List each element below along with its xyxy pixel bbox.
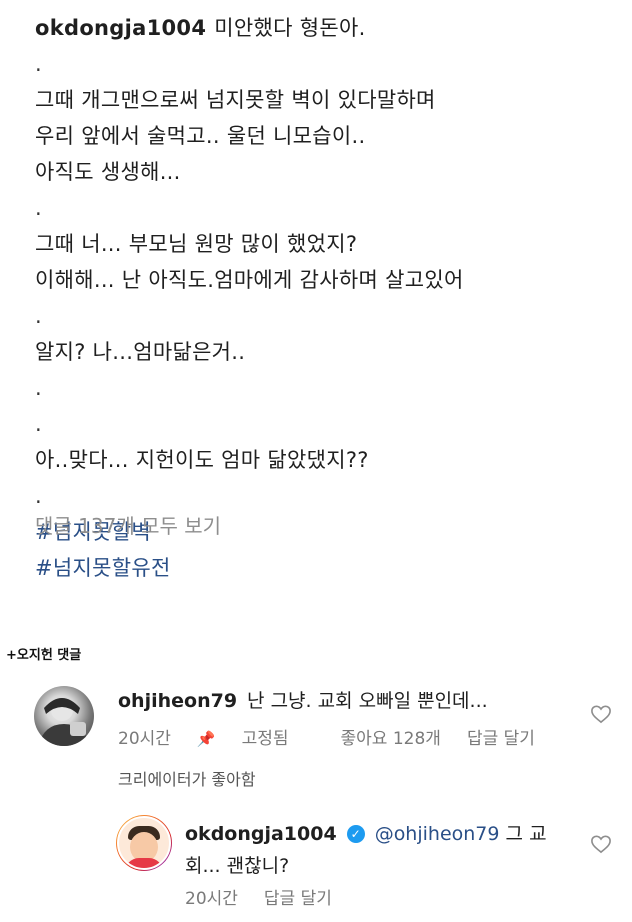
avatar-photo-icon <box>38 698 90 746</box>
caption-line: 우리 앞에서 술먹고.. 울던 니모습이.. <box>35 124 366 148</box>
creator-liked-label: 크리에이터가 좋아함 <box>118 770 256 789</box>
comment: ohjiheon79 난 그냥. 교회 오빠일 뿐인데... <box>118 686 488 713</box>
caption-line: 아직도 생생해... <box>35 160 181 184</box>
like-heart-icon[interactable] <box>590 704 612 724</box>
caption-line: 그때 너... 부모님 원망 많이 했었지? <box>35 232 358 256</box>
comment-time: 20시간 <box>118 729 171 749</box>
caption-line: 아..맞다... 지헌이도 엄마 닮았댔지?? <box>35 448 369 472</box>
caption-line: okdongja1004 미안했다 형돈아. <box>35 16 366 40</box>
reply-button[interactable]: 답글 달기 <box>467 729 535 749</box>
reply-text-part2: 회... 괜찮니? <box>185 855 290 877</box>
likes-count[interactable]: 좋아요 128개 <box>341 729 441 749</box>
caption-line: 그때 개그맨으로써 넘지못할 벽이 있다말하며 <box>35 88 436 112</box>
reply-meta: 20시간 답글 달기 <box>185 884 358 909</box>
reply-avatar[interactable] <box>116 815 172 871</box>
reply-text-part1: 그 교 <box>505 823 547 845</box>
reply-username[interactable]: okdongja1004 <box>185 823 337 845</box>
reply-comment: okdongja1004 ✓ @ohjiheon79 그 교 회... 괜찮니? <box>185 818 585 882</box>
pinned-label: 📌 고정됨 <box>196 729 289 749</box>
comment-username[interactable]: ohjiheon79 <box>118 690 237 712</box>
avatar[interactable] <box>34 686 94 746</box>
verified-badge-icon: ✓ <box>346 825 365 843</box>
caption-line: . <box>35 412 42 436</box>
hashtag-link[interactable]: #넘지못할유전 <box>35 550 615 586</box>
comment-meta: 20시간 📌 고정됨 좋아요 128개 답글 달기 <box>118 724 561 749</box>
pin-icon: 📌 <box>196 730 216 748</box>
view-all-comments-link[interactable]: 댓글 137개 모두 보기 <box>35 510 221 539</box>
caption-line: . <box>35 196 42 220</box>
comment-note: +오지헌 댓글 <box>6 648 82 663</box>
caption-username[interactable]: okdongja1004 <box>35 16 206 40</box>
caption-line: 이해해... 난 아직도.엄마에게 감사하며 살고있어 <box>35 268 464 292</box>
caption-line: 알지? 나...엄마닮은거.. <box>35 340 246 364</box>
caption-line: . <box>35 484 42 508</box>
reply-time: 20시간 <box>185 889 238 909</box>
comment-text: 난 그냥. 교회 오빠일 뿐인데... <box>247 690 488 712</box>
caption-line: . <box>35 376 42 400</box>
caption-line: . <box>35 52 42 76</box>
like-heart-icon[interactable] <box>590 834 612 854</box>
reply-button[interactable]: 답글 달기 <box>264 889 332 909</box>
caption-line: . <box>35 304 42 328</box>
mention-link[interactable]: @ohjiheon79 <box>375 823 500 845</box>
post-caption: okdongja1004 미안했다 형돈아. . 그때 개그맨으로써 넘지못할 벽… <box>35 10 615 586</box>
